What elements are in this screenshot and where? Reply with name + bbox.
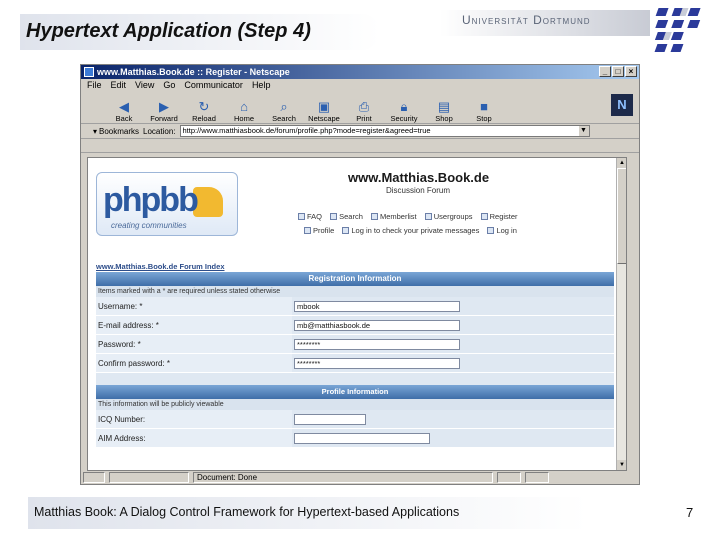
back-arrow-icon: ◀: [119, 99, 129, 114]
message-icon: [342, 227, 350, 234]
forward-arrow-icon: ▶: [159, 99, 169, 114]
bookmarks-button[interactable]: ▾ Bookmarks: [93, 127, 139, 136]
university-name: Universität Dortmund: [462, 13, 591, 27]
scroll-down-icon[interactable]: ▼: [617, 460, 626, 470]
dropdown-arrow-icon[interactable]: ▼: [578, 126, 589, 136]
form-row-password: Password: * ********: [96, 335, 614, 354]
registration-header: Registration Information: [96, 272, 614, 286]
reload-button[interactable]: ↻ Reload: [189, 99, 219, 123]
members-icon: [370, 213, 378, 220]
menu-go[interactable]: Go: [163, 79, 175, 92]
bookmark-icon: ▾: [93, 126, 98, 136]
form-row-username: Username: * mbook: [96, 297, 614, 316]
spacer-row: [96, 373, 614, 385]
shop-icon: ▤: [437, 99, 451, 114]
nav-private-messages[interactable]: Log in to check your private messages: [342, 226, 479, 235]
form-row-aim: AIM Address:: [96, 429, 614, 448]
page-number: 7: [686, 505, 694, 520]
vertical-scrollbar[interactable]: ▲ ▼: [616, 158, 626, 470]
slide-footer: Matthias Book: A Dialog Control Framewor…: [34, 505, 460, 519]
personal-toolbar: [81, 139, 639, 153]
shop-button[interactable]: ▤ Shop: [429, 99, 459, 123]
security-button[interactable]: 🔒︎ Security: [389, 99, 419, 123]
security-status-icon[interactable]: [83, 472, 105, 483]
location-label: Location:: [143, 126, 176, 136]
home-button[interactable]: ⌂ Home: [229, 99, 259, 123]
public-notice: This information will be publicly viewab…: [96, 399, 614, 410]
profile-header: Profile Information: [96, 385, 614, 399]
menu-view[interactable]: View: [135, 79, 154, 92]
register-icon: [480, 213, 488, 220]
browser-window: www.Matthias.Book.de :: Register - Netsc…: [80, 64, 640, 485]
netscape-button[interactable]: ▣ Netscape: [308, 99, 340, 123]
forum-index-link[interactable]: www.Matthias.Book.de Forum Index: [96, 262, 225, 271]
status-bar: Document: Done: [83, 471, 637, 484]
netscape-logo-icon: N: [611, 94, 633, 116]
menu-file[interactable]: File: [87, 79, 102, 92]
page-viewport: phpbb creating communities www.Matthias.…: [87, 157, 627, 471]
navigation-toolbar: ◀ Back ▶ Forward ↻ Reload ⌂ Home ⌕ Search ▣ Ne…: [81, 92, 639, 124]
home-icon: ⌂: [240, 99, 248, 114]
close-button[interactable]: ×: [625, 66, 637, 77]
nav-profile[interactable]: Profile: [304, 226, 334, 235]
location-input[interactable]: http://www.matthiasbook.de/forum/profile…: [179, 125, 590, 137]
nav-register[interactable]: Register: [480, 212, 518, 221]
speech-bubble-icon: [193, 187, 223, 217]
login-icon: [487, 227, 495, 234]
phpbb-logo: phpbb creating communities: [96, 172, 238, 236]
scroll-up-icon[interactable]: ▲: [617, 158, 626, 168]
form-row-confirm-password: Confirm password: * ********: [96, 354, 614, 373]
search-icon: [330, 213, 338, 220]
printer-icon: ⎙: [358, 99, 370, 114]
aim-input[interactable]: [294, 432, 430, 444]
forum-nav: FAQ Search Memberlist Usergroups Registe…: [298, 210, 558, 238]
icq-input[interactable]: [294, 413, 366, 425]
confirm-password-input[interactable]: ********: [294, 357, 460, 369]
menu-edit[interactable]: Edit: [111, 79, 127, 92]
nav-memberlist[interactable]: Memberlist: [370, 212, 417, 221]
window-title: www.Matthias.Book.de :: Register - Netsc…: [97, 67, 290, 77]
maximize-button[interactable]: □: [612, 66, 624, 77]
password-input[interactable]: ********: [294, 338, 460, 350]
online-status-icon: [497, 472, 521, 483]
email-input[interactable]: mb@matthiasbook.de: [294, 319, 460, 331]
print-button[interactable]: ⎙ Print: [349, 99, 379, 123]
netscape-app-icon: [84, 67, 94, 77]
nav-faq[interactable]: FAQ: [298, 212, 322, 221]
forward-button[interactable]: ▶ Forward: [149, 99, 179, 123]
nav-login[interactable]: Log in: [487, 226, 517, 235]
nav-search[interactable]: Search: [330, 212, 363, 221]
required-notice: Items marked with a * are required unles…: [96, 286, 614, 297]
site-title: www.Matthias.Book.de: [348, 170, 490, 185]
back-button[interactable]: ◀ Back: [109, 99, 139, 123]
username-input[interactable]: mbook: [294, 300, 460, 312]
status-text: Document: Done: [193, 472, 493, 483]
site-subtitle: Discussion Forum: [386, 186, 451, 195]
menu-bar: File Edit View Go Communicator Help: [81, 79, 639, 92]
status-progress: [109, 472, 189, 483]
nav-usergroups[interactable]: Usergroups: [424, 212, 473, 221]
registration-table: Registration Information Items marked wi…: [96, 272, 614, 448]
menu-communicator[interactable]: Communicator: [184, 79, 243, 92]
location-bar: ▾ Bookmarks Location: http://www.matthias…: [81, 124, 639, 139]
groups-icon: [424, 213, 432, 220]
stop-button[interactable]: ■ Stop: [469, 99, 499, 123]
form-row-icq: ICQ Number:: [96, 410, 614, 429]
university-logo-icon: [654, 8, 701, 52]
form-row-email: E-mail address: * mb@matthiasbook.de: [96, 316, 614, 335]
search-button[interactable]: ⌕ Search: [269, 99, 299, 123]
component-bar-icon[interactable]: [525, 472, 549, 483]
minimize-button[interactable]: _: [599, 66, 611, 77]
reload-icon: ↻: [198, 99, 210, 114]
netscape-icon: ▣: [317, 99, 331, 114]
stop-icon: ■: [480, 99, 488, 114]
search-icon: ⌕: [280, 99, 288, 114]
scroll-thumb[interactable]: [617, 168, 626, 264]
faq-icon: [298, 213, 305, 220]
window-titlebar: www.Matthias.Book.de :: Register - Netsc…: [81, 65, 639, 79]
slide-title: Hypertext Application (Step 4): [26, 20, 311, 42]
profile-icon: [304, 227, 311, 234]
lock-icon: 🔒︎: [400, 99, 408, 114]
menu-help[interactable]: Help: [252, 79, 271, 92]
